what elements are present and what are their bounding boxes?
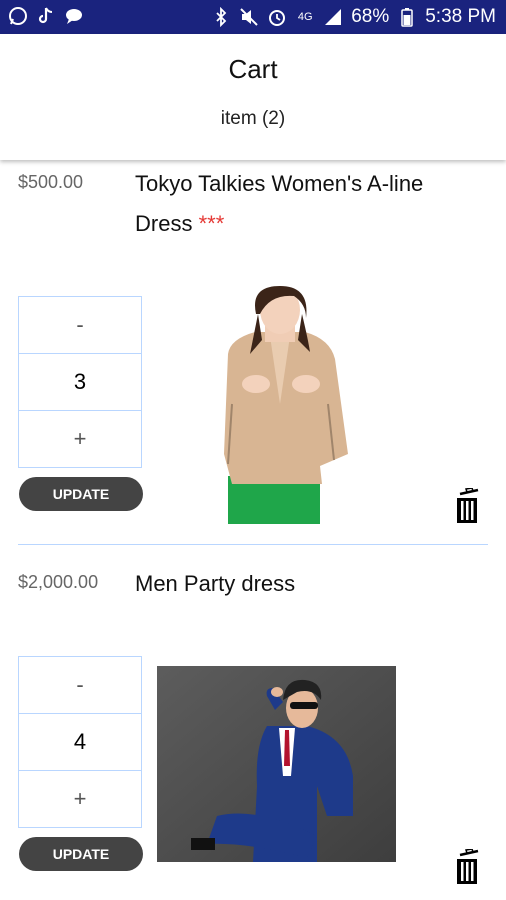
mute-icon: [239, 7, 259, 27]
item-name: Men Party dress: [135, 564, 485, 604]
cart-item-2: $2,000.00 Men Party dress - 4 + UPDATE: [0, 560, 506, 900]
status-bar: 4G 68% 5:38 PM: [0, 0, 506, 34]
item-price: $2,000.00: [18, 572, 99, 592]
signal-icon: [323, 7, 343, 27]
item-name: Tokyo Talkies Women's A-line Dress ***: [135, 164, 485, 244]
item-count: item (2): [220, 108, 286, 129]
item-name-text: Tokyo Talkies Women's A-line Dress: [135, 171, 424, 236]
delete-icon[interactable]: [452, 849, 482, 885]
quantity-stepper: - 3 +: [18, 296, 142, 468]
quantity-increment-button[interactable]: +: [19, 411, 141, 467]
item-divider: [18, 544, 488, 545]
clock: 5:38 PM: [425, 6, 496, 27]
page-title: Cart: [228, 54, 278, 84]
quantity-decrement-button[interactable]: -: [19, 297, 141, 354]
item-name-text: Men Party dress: [135, 571, 296, 596]
cart-header: Cart item (2): [0, 34, 506, 160]
chat-bubble-icon: [64, 6, 84, 26]
update-button[interactable]: UPDATE: [19, 837, 143, 871]
battery-percent: 68%: [351, 6, 390, 27]
cart-item-1: $500.00 Tokyo Talkies Women's A-line Dre…: [0, 160, 506, 550]
4g-icon: 4G: [297, 11, 313, 23]
quantity-increment-button[interactable]: +: [19, 771, 141, 827]
tiktok-icon: [36, 6, 56, 26]
bluetooth-icon: [211, 7, 231, 27]
alarm-icon: [267, 7, 287, 27]
update-button[interactable]: UPDATE: [19, 477, 143, 511]
whatsapp-icon: [8, 6, 28, 26]
quantity-value[interactable]: 3: [19, 354, 141, 411]
quantity-decrement-button[interactable]: -: [19, 657, 141, 714]
product-image: [157, 666, 396, 862]
product-image: [224, 286, 348, 524]
delete-icon[interactable]: [452, 488, 482, 524]
quantity-value[interactable]: 4: [19, 714, 141, 771]
item-price: $500.00: [18, 172, 84, 192]
quantity-stepper: - 4 +: [18, 656, 142, 828]
battery-icon: [397, 7, 417, 27]
item-rating-stars: ***: [198, 211, 225, 236]
